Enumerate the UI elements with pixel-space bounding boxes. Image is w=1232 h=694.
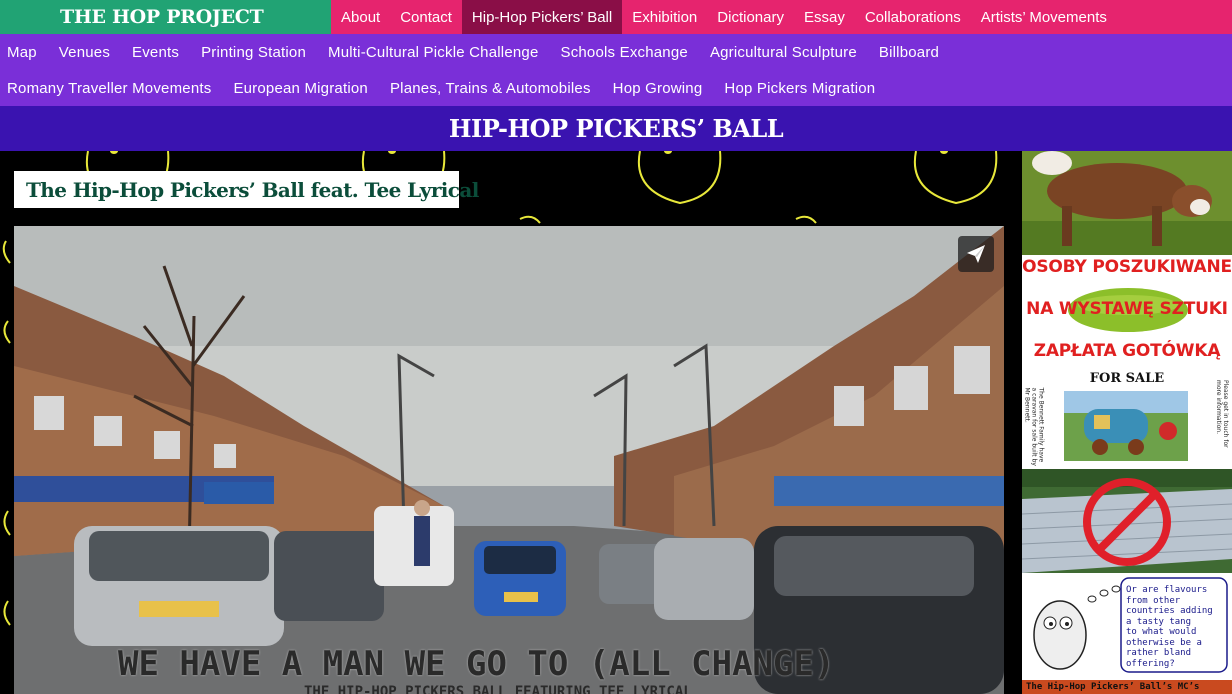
subnav-billboard[interactable]: Billboard	[879, 44, 939, 61]
secondary-nav: Map Venues Events Printing Station Multi…	[0, 34, 1232, 106]
subnav-schools-exchange[interactable]: Schools Exchange	[560, 44, 687, 61]
subnav-map[interactable]: Map	[7, 44, 37, 61]
share-button[interactable]	[958, 236, 994, 272]
poster-line-3: ZAPŁATA GOTÓWKĄ	[1033, 341, 1221, 361]
subnav-agricultural-sculpture[interactable]: Agricultural Sculpture	[710, 44, 857, 61]
prohibition-icon	[1083, 478, 1171, 566]
sidebar-image-no-polytunnels[interactable]	[1022, 469, 1232, 573]
page-title: HIP-HOP PICKERS’ BALL	[448, 114, 784, 143]
video-player[interactable]: WE HAVE A MAN WE GO TO (ALL CHANGE) THE …	[14, 226, 1004, 694]
video-title-card: The Hip-Hop Pickers’ Ball feat. Tee Lyri…	[14, 171, 479, 208]
paper-plane-icon	[967, 245, 985, 263]
cows-in-field-image	[1022, 151, 1232, 255]
subnav-planes-trains-automobiles[interactable]: Planes, Trains & Automobiles	[390, 80, 591, 97]
speech-bubble-text: Or are flavours from other countries add…	[1126, 585, 1213, 669]
nav-hip-hop-pickers-ball[interactable]: Hip-Hop Pickers’ Ball	[461, 0, 623, 34]
primary-nav: About Contact Hip-Hop Pickers’ Ball Exhi…	[331, 0, 1232, 34]
nav-essay[interactable]: Essay	[794, 0, 855, 34]
caravan-image	[1064, 391, 1188, 461]
cartoon-character-image	[1033, 585, 1121, 670]
subnav-romany-traveller-movements[interactable]: Romany Traveller Movements	[7, 80, 211, 97]
poster-side-right-text: Please get in touch for more information…	[1215, 380, 1229, 448]
top-bar: THE HOP PROJECT About Contact Hip-Hop Pi…	[0, 0, 1232, 34]
sidebar-poster-caravan-for-sale[interactable]: OSOBY POSZUKIWANE NA WYSTAWĘ SZTUKI ZAPŁ…	[1022, 257, 1232, 467]
video-title[interactable]: The Hip-Hop Pickers’ Ball feat. Tee Lyri…	[26, 178, 479, 202]
sidebar-cartoon-flavours[interactable]: Or are flavours from other countries add…	[1022, 575, 1232, 694]
poster-line-1: OSOBY POSZUKIWANE	[1022, 257, 1232, 277]
poster-for-sale: FOR SALE	[1089, 371, 1165, 386]
nav-dictionary[interactable]: Dictionary	[707, 0, 794, 34]
subnav-pickle-challenge[interactable]: Multi-Cultural Pickle Challenge	[328, 44, 538, 61]
subnav-venues[interactable]: Venues	[59, 44, 110, 61]
subnav-european-migration[interactable]: European Migration	[233, 80, 368, 97]
poster-line-2: NA WYSTAWĘ SZTUKI	[1026, 299, 1228, 319]
subnav-events[interactable]: Events	[132, 44, 179, 61]
nav-contact[interactable]: Contact	[390, 0, 462, 34]
video-caption-subtitle: THE HIP-HOP PICKERS BALL FEATURING TEE L…	[304, 684, 692, 694]
subnav-hop-pickers-migration[interactable]: Hop Pickers Migration	[724, 80, 875, 97]
video-caption: WE HAVE A MAN WE GO TO (ALL CHANGE)	[118, 644, 835, 684]
poster-side-left-text: The Bennett Family have a caravan for sa…	[1023, 387, 1045, 466]
nav-about[interactable]: About	[331, 0, 390, 34]
cartoon-footer-banner: The Hip-Hop Pickers’ Ball’s MC’s	[1022, 680, 1232, 694]
nav-artists-movements[interactable]: Artists’ Movements	[971, 0, 1117, 34]
nav-collaborations[interactable]: Collaborations	[855, 0, 971, 34]
page-title-band: HIP-HOP PICKERS’ BALL	[0, 106, 1232, 151]
secondary-nav-row-2: Romany Traveller Movements European Migr…	[0, 70, 1232, 106]
secondary-nav-row-1: Map Venues Events Printing Station Multi…	[0, 34, 1232, 70]
main-content: The Hip-Hop Pickers’ Ball feat. Tee Lyri…	[0, 151, 1022, 694]
sidebar-gallery: OSOBY POSZUKIWANE NA WYSTAWĘ SZTUKI ZAPŁ…	[1022, 151, 1232, 694]
sidebar-image-cows[interactable]	[1022, 151, 1232, 255]
cartoon-footer-text: The Hip-Hop Pickers’ Ball’s MC’s	[1026, 682, 1200, 692]
nav-exhibition[interactable]: Exhibition	[622, 0, 707, 34]
site-name[interactable]: THE HOP PROJECT	[60, 6, 264, 28]
site-logo[interactable]: THE HOP PROJECT	[0, 0, 331, 34]
subnav-printing-station[interactable]: Printing Station	[201, 44, 306, 61]
video-frame-street-scene	[14, 226, 1004, 694]
subnav-hop-growing[interactable]: Hop Growing	[613, 80, 703, 97]
